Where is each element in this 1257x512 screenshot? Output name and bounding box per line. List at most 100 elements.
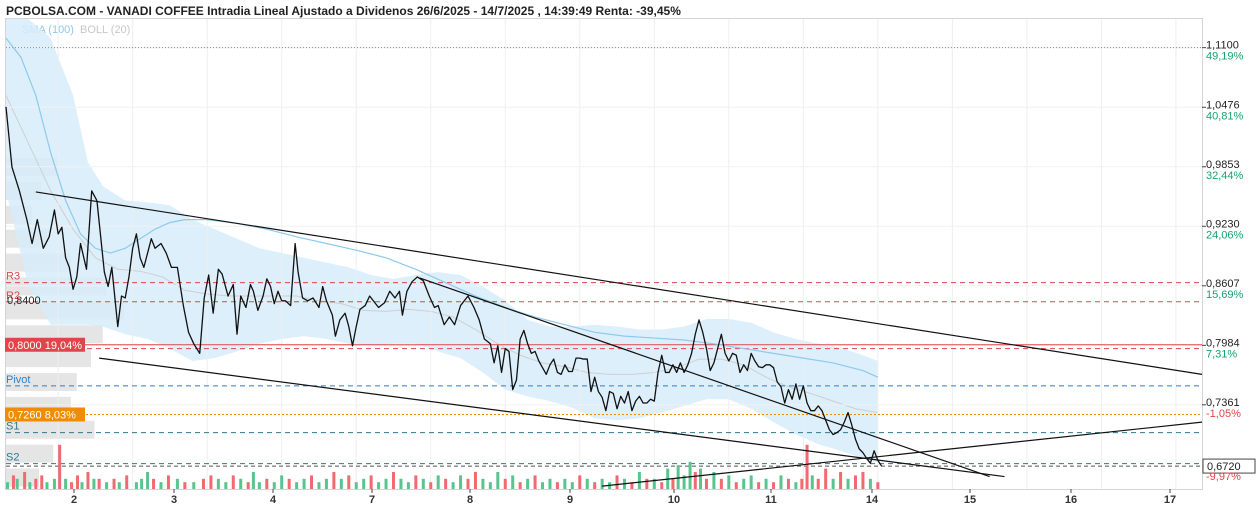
- volume-bar: [810, 475, 814, 489]
- volume-bar: [772, 482, 776, 489]
- level-label-r3: R3: [6, 271, 20, 283]
- volume-bar: [166, 475, 170, 489]
- volume-bar: [421, 478, 425, 489]
- volume-bar: [86, 472, 90, 489]
- volume-bar: [593, 482, 597, 489]
- volume-bar: [192, 482, 196, 489]
- volume-bar: [354, 482, 358, 489]
- volume-bar: [5, 482, 9, 489]
- volume-bars: [5, 444, 880, 489]
- volume-bar: [339, 478, 343, 489]
- y-tick-pct: 40,81%: [1206, 110, 1244, 122]
- volume-bar: [518, 482, 522, 489]
- volume-bar: [600, 478, 604, 489]
- volume-bar: [175, 478, 179, 489]
- volume-bar: [570, 482, 574, 489]
- volume-bar: [676, 465, 680, 489]
- x-tick-label: 15: [964, 494, 976, 506]
- volume-bar: [92, 478, 96, 489]
- volume-bar: [414, 475, 418, 489]
- volume-bar: [280, 475, 284, 489]
- volume-bar: [377, 482, 381, 489]
- x-tick-label: 3: [171, 494, 177, 506]
- volume-bar: [757, 482, 761, 489]
- volume-bar: [749, 475, 753, 489]
- x-tick-label: 9: [567, 494, 573, 506]
- chart-title: PCBOLSA.COM - VANADI COFFEE Intradia Lin…: [6, 4, 681, 18]
- y-tick-pct: 32,44%: [1206, 170, 1244, 182]
- last-price-pct: -9,97%: [1206, 471, 1241, 483]
- volume-bar: [466, 478, 470, 489]
- level-label-s1: S1: [6, 421, 19, 433]
- volume-bar: [216, 478, 220, 489]
- volume-bar: [347, 475, 351, 489]
- volume-profile-bar: [6, 468, 40, 487]
- x-tick-label: 14: [866, 494, 879, 506]
- volume-bar: [239, 478, 243, 489]
- volume-bar: [742, 478, 746, 489]
- volume-bar: [11, 475, 15, 489]
- volume-bar: [134, 482, 138, 489]
- tag-plain-price: 0,8400: [7, 295, 41, 307]
- x-tick-label: 4: [270, 494, 277, 506]
- volume-bar: [839, 472, 843, 489]
- y-tick-pct: 7,31%: [1206, 348, 1237, 360]
- x-tick-label: 11: [765, 494, 777, 506]
- volume-bar: [831, 478, 835, 489]
- volume-bar: [861, 472, 865, 489]
- volume-bar: [645, 478, 649, 489]
- x-tick-label: 7: [369, 494, 375, 506]
- y-axis: 1,110049,19%1,047640,81%0,985332,44%0,92…: [1202, 40, 1256, 483]
- volume-bar: [488, 482, 492, 489]
- volume-bar: [786, 478, 790, 489]
- x-tick-label: 17: [1164, 494, 1176, 506]
- tag-text-red: 0,8000 19,04%: [8, 340, 82, 352]
- volume-bar: [15, 478, 19, 489]
- y-tick-pct: -1,05%: [1206, 408, 1241, 420]
- volume-bar: [183, 482, 187, 489]
- volume-bar: [231, 475, 235, 489]
- volume-bar: [555, 482, 559, 489]
- volume-bar: [97, 478, 101, 489]
- volume-bar: [105, 482, 109, 489]
- volume-bar: [117, 482, 121, 489]
- volume-bar: [52, 478, 56, 489]
- y-tick-pct: 49,19%: [1206, 51, 1244, 63]
- volume-bar: [436, 475, 440, 489]
- volume-bar: [688, 461, 692, 489]
- volume-bar: [224, 482, 228, 489]
- volume-bar: [146, 472, 150, 489]
- volume-bar: [40, 475, 44, 489]
- volume-bar: [876, 482, 880, 489]
- x-tick-label: 8: [467, 494, 473, 506]
- y-tick-pct: 15,69%: [1206, 289, 1244, 301]
- volume-bar: [70, 482, 74, 489]
- volume-bar: [824, 468, 828, 489]
- volume-bar: [704, 478, 708, 489]
- legend-boll[interactable]: BOLL (20): [80, 24, 130, 36]
- volume-bar: [481, 478, 485, 489]
- price-chart: PCBOLSA.COM - VANADI COFFEE Intradia Lin…: [5, 4, 1256, 506]
- x-axis: 2 3 4 7 8 9 10 11 14 15 16 17: [71, 489, 1176, 506]
- volume-bar: [853, 475, 857, 489]
- volume-bar: [362, 478, 366, 489]
- x-tick-label: 10: [668, 494, 680, 506]
- volume-bar: [727, 475, 731, 489]
- volume-bar: [578, 475, 582, 489]
- volume-bar: [201, 478, 205, 489]
- volume-bar: [459, 475, 463, 489]
- volume-bar: [779, 475, 783, 489]
- volume-bar: [548, 478, 552, 489]
- volume-bar: [585, 478, 589, 489]
- volume-bar: [444, 478, 448, 489]
- volume-bar: [324, 478, 328, 489]
- volume-bar: [80, 482, 84, 489]
- volume-bar: [152, 478, 156, 489]
- volume-bar: [58, 444, 62, 489]
- volume-bar: [693, 472, 697, 489]
- volume-bar: [140, 478, 144, 489]
- volume-bar: [526, 478, 530, 489]
- tag-text-orange: 0,7260 8,03%: [8, 409, 76, 421]
- volume-bar: [615, 475, 619, 489]
- volume-bar: [406, 482, 410, 489]
